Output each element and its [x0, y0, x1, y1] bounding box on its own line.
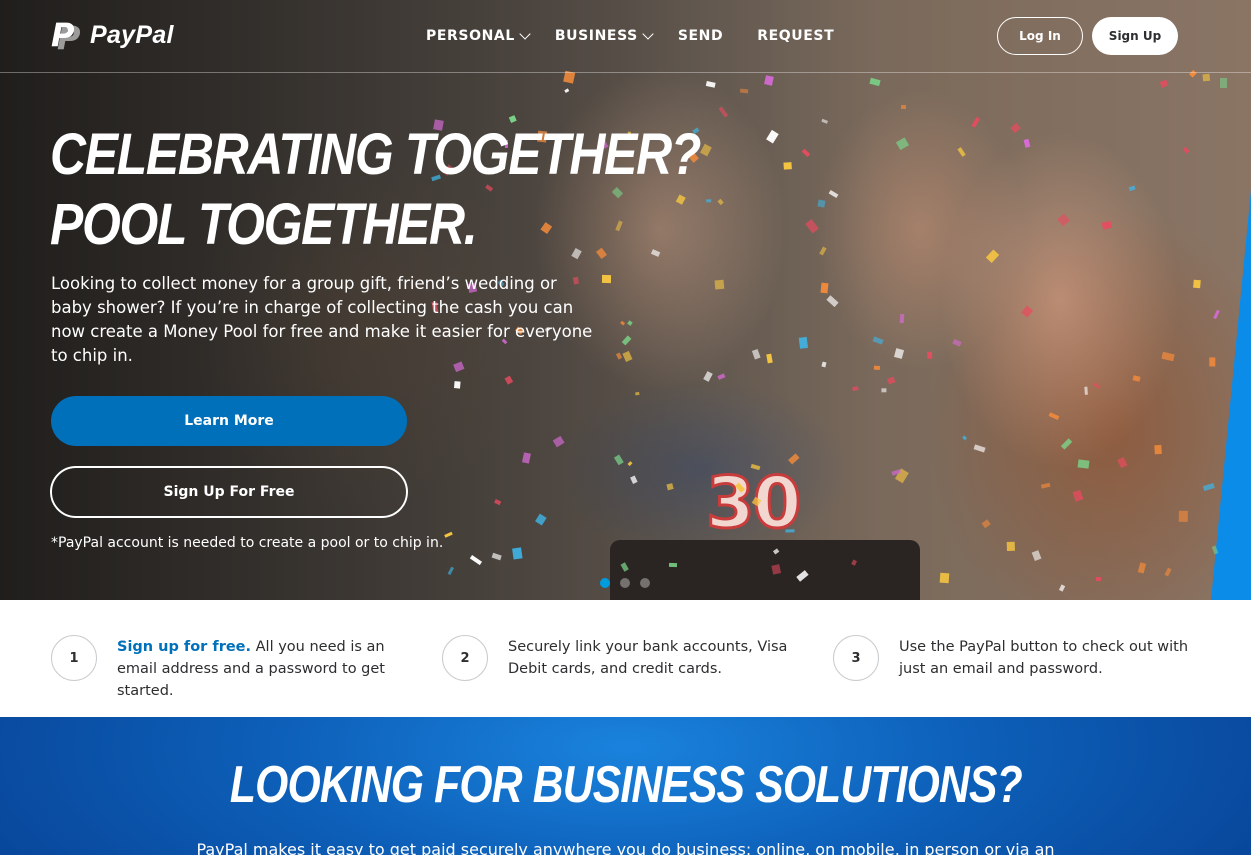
confetti-piece [1154, 444, 1162, 455]
carousel-dot-3[interactable] [640, 578, 650, 588]
confetti-piece [874, 365, 881, 371]
confetti-piece [939, 572, 950, 583]
step-item-1: 1 Sign up for free. All you need is an e… [51, 635, 411, 702]
hero-footnote: *PayPal account is needed to create a po… [51, 535, 444, 551]
confetti-piece [453, 381, 461, 389]
confetti-piece [1202, 73, 1210, 82]
carousel-dot-1[interactable] [600, 578, 610, 588]
step-text: Sign up for free. All you need is an ema… [117, 636, 411, 702]
step-number-badge: 3 [833, 635, 879, 681]
confetti-piece [705, 198, 711, 203]
business-section-description: PayPal makes it easy to get paid securel… [196, 840, 1055, 855]
business-solutions-section: LOOKING FOR BUSINESS SOLUTIONS? PayPal m… [0, 717, 1251, 855]
confetti-piece [900, 105, 907, 110]
confetti-piece [882, 388, 887, 393]
confetti-piece [1192, 279, 1201, 288]
nav-request[interactable]: REQUEST [757, 28, 834, 44]
brand-name: PayPal [90, 20, 174, 49]
sign-up-for-free-link[interactable]: Sign up for free. [117, 639, 251, 655]
paypal-logo[interactable]: PP PayPal [51, 16, 174, 57]
main-menu: PERSONAL BUSINESS SEND REQUEST [426, 28, 860, 44]
step-item-3: 3 Use the PayPal button to check out wit… [833, 635, 1213, 681]
confetti-piece [1077, 459, 1089, 469]
confetti-piece [764, 75, 774, 86]
nav-business[interactable]: BUSINESS [554, 28, 654, 44]
confetti-piece [1179, 510, 1189, 523]
nav-request-label: REQUEST [757, 28, 835, 44]
step-description: Securely link your bank accounts, Visa D… [508, 639, 788, 677]
nav-send[interactable]: SEND [678, 28, 723, 44]
top-navigation: PP PayPal PERSONAL BUSINESS SEND REQUEST… [0, 0, 1251, 73]
sign-up-for-free-button[interactable]: Sign Up For Free [50, 466, 408, 518]
hero-title-line-1: CELEBRATING TOGETHER? [50, 122, 701, 187]
confetti-piece [714, 279, 725, 290]
confetti-piece [817, 199, 825, 208]
confetti-piece [820, 282, 829, 294]
business-section-title: LOOKING FOR BUSINESS SOLUTIONS? [0, 755, 1251, 815]
confetti-piece [668, 563, 678, 568]
confetti-piece [739, 88, 749, 94]
confetti-piece [512, 547, 523, 560]
nav-personal[interactable]: PERSONAL [426, 28, 531, 44]
business-section-title-text: LOOKING FOR BUSINESS SOLUTIONS? [229, 756, 1023, 814]
confetti-piece [1083, 387, 1088, 396]
step-number-badge: 1 [51, 635, 97, 681]
confetti-piece [1220, 78, 1228, 88]
learn-more-button[interactable]: Learn More [51, 396, 407, 446]
nav-personal-label: PERSONAL [426, 28, 515, 44]
paypal-p-logo-icon: PP [51, 16, 81, 57]
carousel-indicators [600, 578, 660, 588]
step-number-badge: 2 [442, 635, 488, 681]
hero-banner: 30 CELEBRATING TOGETHER? POOL TOGETHER. … [0, 0, 1251, 600]
confetti-piece [926, 351, 932, 360]
hero-description: Looking to collect money for a group gif… [51, 274, 593, 365]
chevron-down-icon [519, 28, 531, 40]
sign-up-button[interactable]: Sign Up [1092, 17, 1178, 55]
nav-business-label: BUSINESS [554, 28, 638, 44]
how-it-works-steps: 1 Sign up for free. All you need is an e… [0, 600, 1251, 717]
step-item-2: 2 Securely link your bank accounts, Visa… [442, 635, 812, 681]
confetti-piece [785, 528, 795, 533]
log-in-button[interactable]: Log In [997, 17, 1083, 55]
nav-send-label: SEND [677, 28, 724, 44]
chevron-down-icon [642, 28, 654, 40]
hero-title: CELEBRATING TOGETHER? POOL TOGETHER. [50, 120, 701, 260]
confetti-piece [1209, 357, 1216, 366]
confetti-piece [899, 313, 905, 323]
step-description: Use the PayPal button to check out with … [899, 639, 1189, 677]
confetti-piece [783, 161, 792, 170]
carousel-dot-2[interactable] [620, 578, 630, 588]
confetti-piece [602, 274, 612, 283]
hero-title-line-2: POOL TOGETHER. [50, 192, 478, 257]
confetti-piece [1096, 576, 1102, 581]
birthday-cake-image [610, 540, 920, 600]
confetti-piece [1006, 542, 1015, 552]
confetti-piece [799, 336, 809, 349]
confetti-piece [770, 564, 781, 575]
